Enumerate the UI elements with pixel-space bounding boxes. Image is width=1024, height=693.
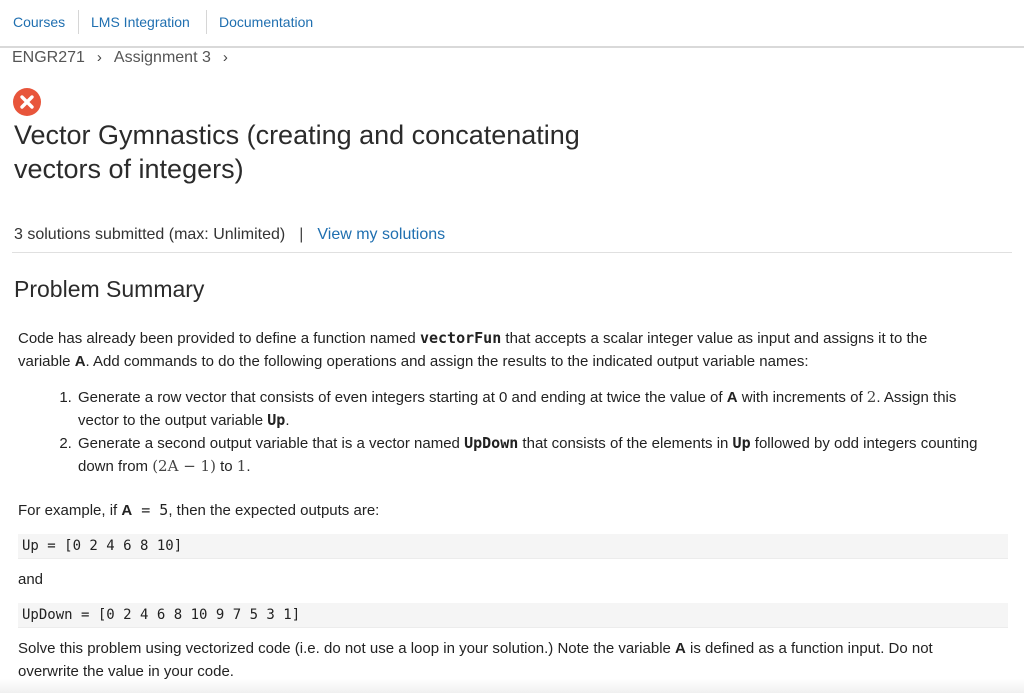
example-text: For example, if A = 5, then the expected…	[18, 501, 380, 519]
input-variable: A	[74, 353, 86, 370]
code-example-up: Up = [0 2 4 6 8 10]	[18, 534, 1008, 559]
bottom-fade	[0, 679, 1024, 693]
divider: |	[299, 226, 304, 243]
breadcrumb: ENGR271 › Assignment 3 ›	[12, 49, 240, 67]
top-navigation: Courses LMS Integration Documentation	[0, 0, 1024, 44]
section-divider	[12, 252, 1012, 253]
nav-lms-integration-link[interactable]: LMS Integration	[91, 14, 190, 30]
nav-divider	[206, 10, 207, 34]
nav-underline	[0, 46, 1024, 48]
problem-intro-text: Code has already been provided to define…	[18, 329, 928, 370]
breadcrumb-course-link[interactable]: ENGR271	[12, 49, 85, 67]
breadcrumb-assignment-link[interactable]: Assignment 3	[114, 49, 211, 67]
list-item: Generate a row vector that consists of e…	[76, 386, 996, 432]
and-text: and	[18, 571, 44, 588]
nav-documentation-link[interactable]: Documentation	[219, 14, 313, 30]
error-x-icon	[13, 88, 41, 116]
code-example-updown: UpDown = [0 2 4 6 8 10 9 7 5 3 1]	[18, 603, 1008, 628]
chevron-right-icon: ›	[222, 49, 228, 66]
submission-info: 3 solutions submitted (max: Unlimited) | V…	[14, 226, 445, 244]
nav-courses-link[interactable]: Courses	[13, 14, 65, 30]
view-my-solutions-link[interactable]: View my solutions	[317, 226, 445, 243]
function-name: vectorFun	[419, 329, 502, 347]
nav-divider	[78, 10, 79, 34]
list-item: Generate a second output variable that i…	[76, 432, 996, 478]
vectorized-note-text: Solve this problem using vectorized code…	[18, 640, 933, 680]
chevron-right-icon: ›	[96, 49, 102, 66]
problem-title: Vector Gymnastics (creating and concaten…	[14, 120, 580, 184]
solutions-submitted-count: 3 solutions submitted (max: Unlimited)	[14, 226, 286, 243]
instructions-list: Generate a row vector that consists of e…	[54, 386, 996, 478]
problem-summary-heading: Problem Summary	[14, 276, 205, 302]
